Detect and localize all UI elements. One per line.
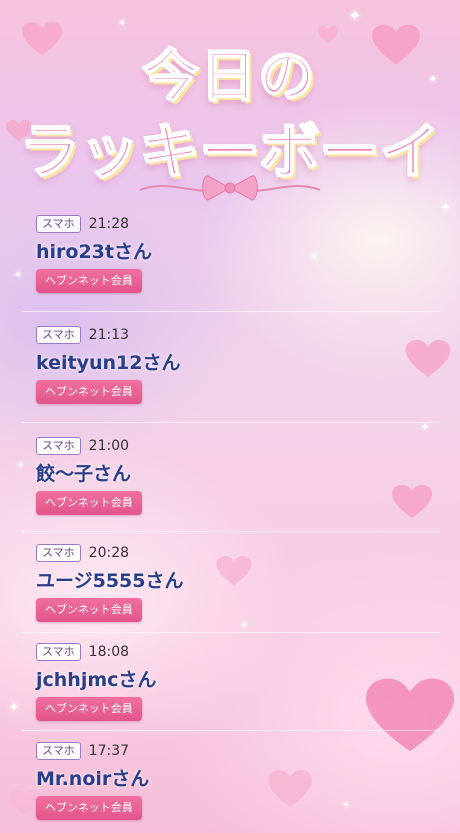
- entry-meta: スマホ 21:00: [36, 435, 440, 457]
- list-item: スマホ 21:13 keityun12さん ヘブンネット会員: [22, 312, 440, 423]
- device-badge: スマホ: [36, 326, 81, 344]
- user-name: jchhjmcさん: [36, 669, 157, 691]
- entry-meta: スマホ 20:28: [36, 542, 440, 564]
- entry-meta: スマホ 18:08: [36, 641, 440, 663]
- sparkle-icon: ✦: [8, 700, 20, 716]
- list-item: スマホ 20:28 ユージ5555さん ヘブンネット会員: [22, 532, 440, 633]
- page-title-line1: 今日の: [142, 44, 317, 111]
- entry-meta: スマホ 17:37: [36, 740, 440, 762]
- user-name: Mr.noirさん: [36, 768, 150, 790]
- device-badge: スマホ: [36, 544, 81, 562]
- user-name: hiro23tさん: [36, 241, 152, 263]
- entry-meta: スマホ 21:28: [36, 213, 440, 235]
- list-item: スマホ 21:00 餃〜子さん ヘブンネット会員: [22, 423, 440, 532]
- entry-meta: スマホ 21:13: [36, 324, 440, 346]
- member-type-button[interactable]: ヘブンネット会員: [36, 269, 142, 293]
- entry-time: 21:28: [88, 216, 130, 232]
- list-item: スマホ 17:37 Mr.noirさん ヘブンネット会員: [22, 731, 440, 831]
- member-type-button[interactable]: ヘブンネット会員: [36, 598, 142, 622]
- list-item: スマホ 21:28 hiro23tさん ヘブンネット会員: [22, 204, 440, 312]
- member-type-button[interactable]: ヘブンネット会員: [36, 380, 142, 404]
- user-name: ユージ5555さん: [36, 570, 184, 592]
- ribbon-bow-icon: [139, 175, 321, 201]
- member-type-button[interactable]: ヘブンネット会員: [36, 491, 142, 515]
- entry-time: 21:00: [88, 438, 130, 454]
- device-badge: スマホ: [36, 742, 81, 760]
- device-badge: スマホ: [36, 215, 81, 233]
- entry-time: 18:08: [88, 644, 130, 660]
- entry-time: 17:37: [88, 743, 130, 759]
- device-badge: スマホ: [36, 643, 81, 661]
- lucky-user-list: スマホ 21:28 hiro23tさん ヘブンネット会員 スマホ 21:13 k…: [22, 204, 440, 831]
- list-item: スマホ 18:08 jchhjmcさん ヘブンネット会員: [22, 633, 440, 731]
- member-type-button[interactable]: ヘブンネット会員: [36, 796, 142, 820]
- entry-time: 21:13: [88, 327, 130, 343]
- user-name: 餃〜子さん: [36, 463, 132, 485]
- member-type-button[interactable]: ヘブンネット会員: [36, 697, 142, 721]
- entry-time: 20:28: [88, 545, 130, 561]
- device-badge: スマホ: [36, 437, 81, 455]
- header: 今日の ラッキーボーイ: [0, 0, 460, 210]
- user-name: keityun12さん: [36, 352, 181, 374]
